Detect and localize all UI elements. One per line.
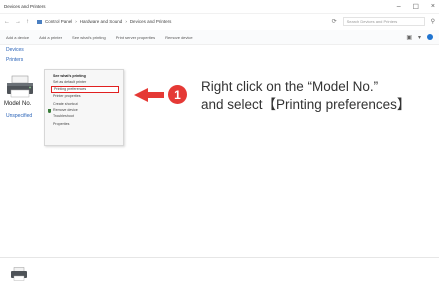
instruction-line-2: and select【Printing preferences】 [201,97,411,112]
printer-label[interactable]: Model No. [4,101,31,107]
add-printer-button[interactable]: Add a printer [39,35,62,40]
maximize-button[interactable]: ☐ [413,3,419,11]
menu-item-set-default[interactable]: Set as default printer [53,80,86,85]
step-number-badge: 1 [168,85,187,104]
menu-item-see-printing[interactable]: See what's printing [53,74,86,79]
search-placeholder: Search Devices and Printers [346,19,398,24]
remove-device-button[interactable]: Remove device [165,35,193,40]
address-bar: ← → ↑ Control Panel › Hardware and Sound… [0,14,439,29]
help-icon[interactable] [427,34,433,40]
devices-section-header[interactable]: Devices [6,47,24,53]
refresh-icon[interactable]: ⟳ [332,18,337,25]
back-arrow-icon[interactable]: ← [4,19,10,25]
address-right: ⟳ Search Devices and Printers ⚲ [332,14,435,29]
details-pane [0,257,439,290]
printers-section-header[interactable]: Printers [6,57,23,63]
shield-icon [48,109,51,113]
view-options-icon[interactable]: ▣ [406,34,412,41]
unspecified-section-header[interactable]: Unspecified [6,113,32,119]
context-menu: See what's printing Set as default print… [44,69,124,146]
menu-item-create-shortcut[interactable]: Create shortcut [53,102,78,107]
minimize-button[interactable]: – [397,3,401,10]
menu-item-remove-device[interactable]: Remove device [53,108,78,113]
menu-item-printing-preferences[interactable]: Printing preferences [51,86,119,93]
command-toolbar: Add a device Add a printer See what's pr… [0,30,439,45]
close-button[interactable]: × [431,3,435,10]
add-device-button[interactable]: Add a device [6,35,29,40]
instruction-line-1: Right click on the “Model No.” [201,79,379,94]
menu-item-properties[interactable]: Properties [53,122,69,127]
see-printing-button[interactable]: See what's printing [72,35,106,40]
window-controls: – ☐ × [397,0,435,13]
search-icon[interactable]: ⚲ [431,18,435,25]
control-panel-icon [37,19,42,24]
forward-arrow-icon[interactable]: → [15,19,21,25]
printer-icon[interactable] [5,75,35,99]
window-title: Devices and Printers [4,4,46,9]
nav-buttons: ← → ↑ [4,19,29,25]
breadcrumb-separator: › [75,19,77,24]
menu-item-troubleshoot[interactable]: Troubleshoot [53,114,74,119]
instruction-text: Right click on the “Model No.” and selec… [201,78,431,114]
search-input[interactable]: Search Devices and Printers [342,17,425,26]
toolbar-right: ▣ ▾ [406,30,433,44]
breadcrumb-control-panel[interactable]: Control Panel [45,19,72,24]
breadcrumb-separator: › [125,19,127,24]
breadcrumb[interactable]: Control Panel › Hardware and Sound › Dev… [37,19,171,24]
breadcrumb-devices-printers[interactable]: Devices and Printers [130,19,172,24]
printer-icon [11,267,27,281]
menu-item-printer-properties[interactable]: Printer properties [53,94,81,99]
print-server-properties-button[interactable]: Print server properties [116,35,155,40]
breadcrumb-hardware-sound[interactable]: Hardware and Sound [80,19,123,24]
up-arrow-icon[interactable]: ↑ [26,19,29,25]
title-bar: Devices and Printers – ☐ × [0,0,439,14]
chevron-down-icon[interactable]: ▾ [418,34,421,41]
callout-arrow-shaft [146,92,164,98]
